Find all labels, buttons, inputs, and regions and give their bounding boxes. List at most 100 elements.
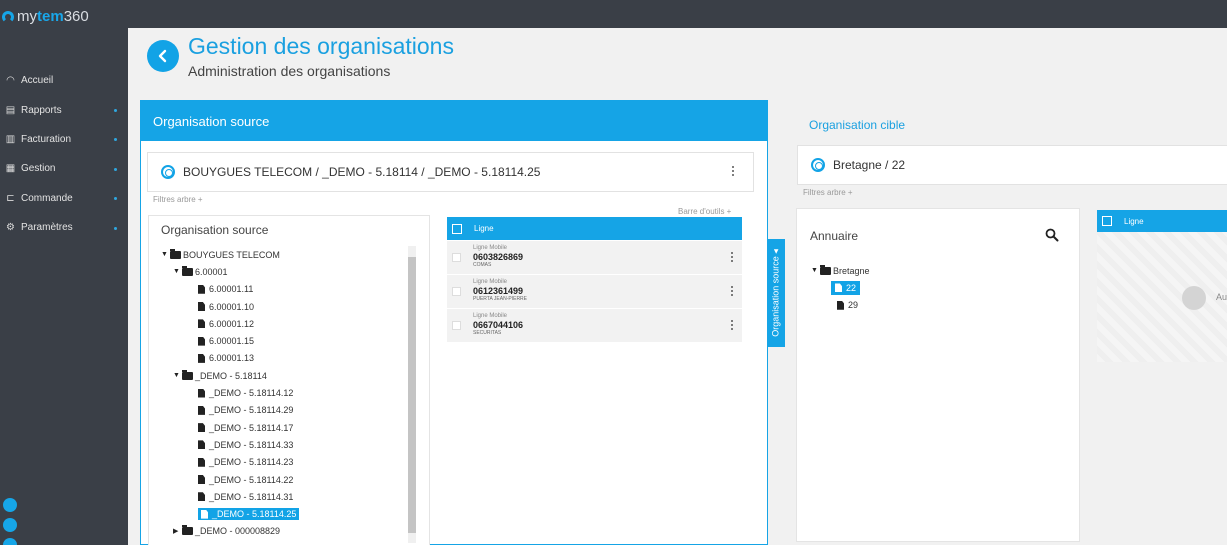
target-tree-filters[interactable]: Filtres arbre + xyxy=(803,188,853,197)
folder-open-icon xyxy=(182,265,193,276)
tree-node[interactable]: _DEMO - 5.18114.29 xyxy=(161,402,411,419)
tree-node[interactable]: ▼ _DEMO - 5.18114 xyxy=(161,367,411,384)
file-icon xyxy=(198,319,205,329)
tree-node[interactable]: 6.00001.10 xyxy=(161,298,411,315)
file-icon xyxy=(198,475,205,484)
user-icon[interactable] xyxy=(3,538,17,545)
target-icon xyxy=(811,158,825,172)
select-all-checkbox[interactable] xyxy=(452,223,462,234)
line-more-icon[interactable] xyxy=(730,286,734,296)
tree-node[interactable]: _DEMO - 5.18114.25 xyxy=(161,505,411,522)
caret-down-icon[interactable]: ▼ xyxy=(811,267,820,274)
file-icon xyxy=(198,423,205,433)
submenu-dot xyxy=(114,226,117,230)
sidebar: my tem 360 ◠ Accueil ▤ Rapports ▥ Facturat… xyxy=(0,0,128,545)
help-icon[interactable] xyxy=(3,518,17,532)
target-column-header-ligne: Ligne xyxy=(1124,216,1144,226)
nav-item-facturation[interactable]: ▥ Facturation xyxy=(0,125,128,154)
line-row[interactable]: Ligne Mobile 0612361499 PUERTA JEAN-PIERRE xyxy=(447,275,742,308)
file-icon xyxy=(198,336,205,346)
tree-node[interactable]: _DEMO - 5.18114.22 xyxy=(161,471,411,488)
tree-node-label: _DEMO - 000008829 xyxy=(195,526,281,537)
source-selected-path: BOUYGUES TELECOM / _DEMO - 5.18114 / _DE… xyxy=(183,165,541,179)
tree-node[interactable]: 6.00001.12 xyxy=(161,315,411,332)
tree-node-label: _DEMO - 5.18114.29 xyxy=(209,405,294,416)
folder-open-icon xyxy=(170,248,181,259)
tree-node[interactable]: ▼ 6.00001 xyxy=(161,263,411,280)
line-more-icon[interactable] xyxy=(730,320,734,330)
nav-item-accueil[interactable]: ◠ Accueil xyxy=(0,66,128,95)
line-type: Ligne Mobile xyxy=(473,245,508,251)
tree-node-label: _DEMO - 5.18114.33 xyxy=(209,439,294,450)
tree-scrollbar-thumb[interactable] xyxy=(408,257,416,533)
line-owner: COMAS xyxy=(473,262,492,268)
source-collapse-tab[interactable]: Organisation source ◂ xyxy=(767,239,785,347)
target-lines-table: Ligne Au xyxy=(1097,210,1227,362)
more-menu-icon[interactable] xyxy=(731,166,735,176)
report-icon: ▤ xyxy=(5,104,16,116)
file-icon xyxy=(198,457,205,467)
logo-icon xyxy=(2,10,14,23)
tree-node[interactable]: _DEMO - 5.18114.33 xyxy=(161,436,411,453)
file-icon xyxy=(837,300,844,310)
caret-right-icon[interactable]: ▶ xyxy=(173,527,182,535)
main-nav: ◠ Accueil ▤ Rapports ▥ Facturation ▦ Ges… xyxy=(0,66,128,242)
target-selected-org[interactable]: Bretagne / 22 xyxy=(797,145,1227,185)
target-select-all-checkbox[interactable] xyxy=(1102,216,1112,226)
file-icon xyxy=(198,388,205,398)
source-selected-org[interactable]: BOUYGUES TELECOM / _DEMO - 5.18114 / _DE… xyxy=(147,152,754,192)
caret-down-icon[interactable]: ▼ xyxy=(161,251,170,258)
sidebar-bottom-tools xyxy=(3,498,17,545)
tree-node[interactable]: _DEMO - 5.18114.12 xyxy=(161,384,411,401)
file-icon xyxy=(198,492,205,502)
line-row[interactable]: Ligne Mobile 0603826869 COMAS xyxy=(447,241,742,274)
annuaire-node-selected[interactable]: 22 xyxy=(831,280,861,295)
nav-item-commande[interactable]: ⊏ Commande xyxy=(0,184,128,213)
file-icon xyxy=(201,509,208,519)
tree-node[interactable]: ▶ _DEMO - 000008829 xyxy=(161,523,411,540)
annuaire-node[interactable]: 22 xyxy=(811,279,870,296)
annuaire-node[interactable]: ▼ Bretagne xyxy=(811,262,870,279)
tree-node[interactable]: 6.00001.13 xyxy=(161,350,411,367)
search-icon[interactable] xyxy=(1045,228,1059,242)
tree-node[interactable]: _DEMO - 5.18114.31 xyxy=(161,488,411,505)
folder-icon xyxy=(182,525,193,536)
line-checkbox[interactable] xyxy=(452,287,461,296)
source-lines-table: Ligne Ligne Mobile 0603826869 COMAS Ligne M… xyxy=(447,217,742,342)
line-checkbox[interactable] xyxy=(452,253,461,262)
logo-bold: tem xyxy=(37,8,64,25)
app-logo[interactable]: my tem 360 xyxy=(2,8,89,25)
network-icon[interactable] xyxy=(3,498,17,512)
line-more-icon[interactable] xyxy=(730,252,734,262)
tree-node[interactable]: ▼ BOUYGUES TELECOM xyxy=(161,246,411,263)
tree-node[interactable]: 6.00001.11 xyxy=(161,281,411,298)
caret-down-icon[interactable]: ▼ xyxy=(173,268,182,275)
source-tree-filters[interactable]: Filtres arbre + xyxy=(153,195,203,204)
nav-label: Paramètres xyxy=(21,222,73,234)
nav-label: Rapports xyxy=(21,104,62,116)
tree-node-selected[interactable]: _DEMO - 5.18114.25 xyxy=(198,508,300,521)
annuaire-node[interactable]: 29 xyxy=(811,297,870,314)
nav-item-parametres[interactable]: ⚙ Paramètres xyxy=(0,213,128,242)
tree-node[interactable]: _DEMO - 5.18114.23 xyxy=(161,454,411,471)
line-row[interactable]: Ligne Mobile 0667044106 SECURITAS xyxy=(447,309,742,342)
tree-node[interactable]: 6.00001.15 xyxy=(161,332,411,349)
caret-down-icon[interactable]: ▼ xyxy=(173,372,182,379)
submenu-dot xyxy=(114,167,117,171)
page-title: Gestion des organisations xyxy=(188,33,454,59)
toolbar-toggle[interactable]: Barre d'outils + xyxy=(678,207,731,216)
empty-state-text: Au xyxy=(1216,292,1227,302)
nav-item-gestion[interactable]: ▦ Gestion xyxy=(0,154,128,183)
empty-state-face-icon xyxy=(1182,286,1206,310)
line-checkbox[interactable] xyxy=(452,321,461,330)
target-icon xyxy=(161,165,175,179)
logo-prefix: my xyxy=(17,8,37,25)
nav-item-rapports[interactable]: ▤ Rapports xyxy=(0,95,128,124)
tree-node-label: _DEMO - 5.18114.22 xyxy=(209,474,294,485)
folder-open-icon xyxy=(182,369,193,380)
annuaire-node-label: 29 xyxy=(848,300,859,311)
tree-node-label: _DEMO - 5.18114.23 xyxy=(209,457,294,468)
tree-node[interactable]: _DEMO - 5.18114.17 xyxy=(161,419,411,436)
line-number: 0612361499 xyxy=(473,286,524,296)
back-button[interactable] xyxy=(147,40,179,72)
